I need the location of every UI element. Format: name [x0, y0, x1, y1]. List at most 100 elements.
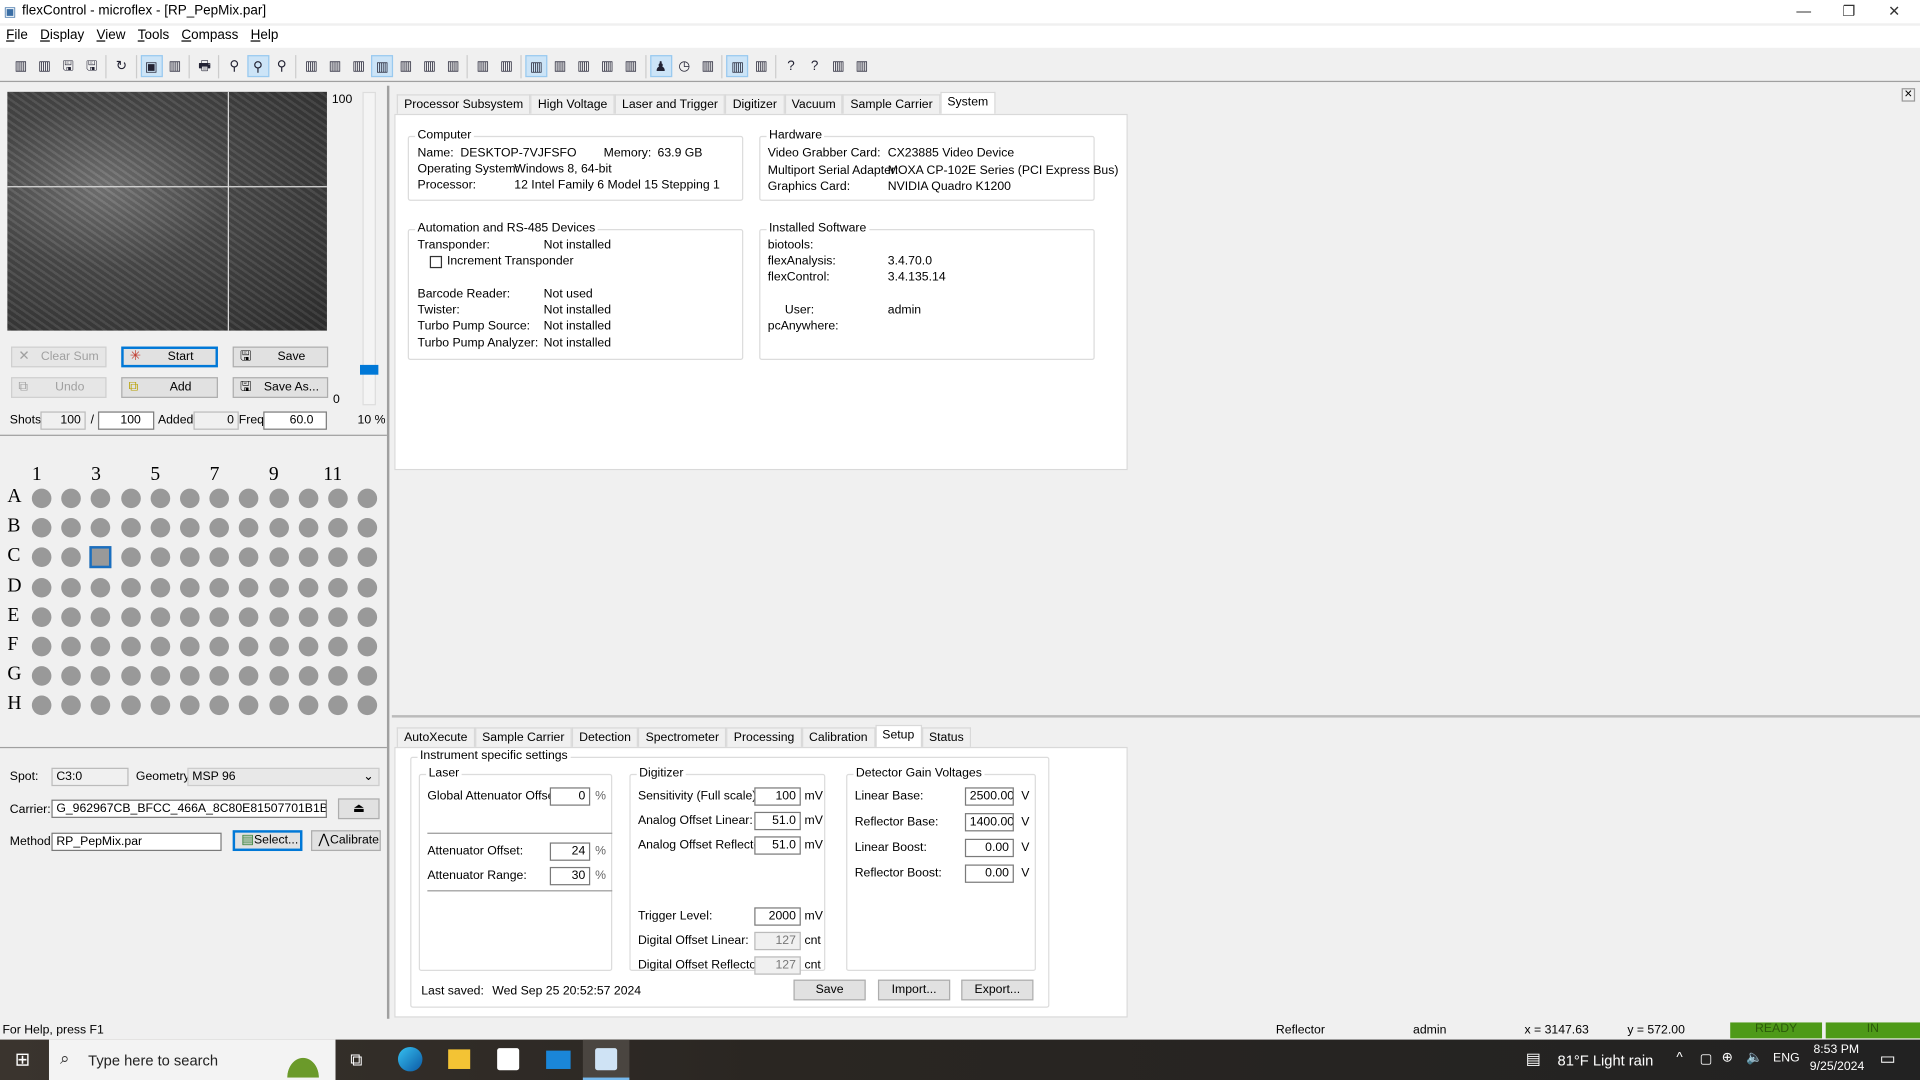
- well-G7[interactable]: [209, 666, 230, 686]
- well-E12[interactable]: [357, 607, 378, 627]
- select-method-button[interactable]: ▤ Select...: [232, 830, 303, 852]
- well-B10[interactable]: [298, 518, 319, 538]
- import-button[interactable]: Import...: [877, 979, 951, 1001]
- bar-icon[interactable]: ▥: [164, 55, 186, 77]
- detector-input[interactable]: 2500.00: [964, 787, 1014, 806]
- geometry-select[interactable]: MSP 96 ⌄: [187, 767, 380, 787]
- well-F2[interactable]: [61, 636, 82, 657]
- spectra-overlay-icon[interactable]: ▥: [419, 55, 441, 77]
- well-B5[interactable]: [150, 518, 170, 538]
- tab-calibration[interactable]: Calibration: [801, 727, 875, 747]
- mail-icon[interactable]: [546, 1050, 571, 1069]
- well-D11[interactable]: [328, 577, 348, 598]
- calibrate-icon[interactable]: ▥: [697, 55, 719, 77]
- well-H5[interactable]: [150, 695, 170, 716]
- edge-icon[interactable]: [397, 1046, 423, 1072]
- shots-total-stepper[interactable]: 100: [97, 411, 155, 430]
- global-attenuator-offset-input[interactable]: 0: [549, 787, 591, 806]
- task-view-icon[interactable]: ⧉: [350, 1049, 362, 1070]
- well-E11[interactable]: [328, 607, 348, 627]
- well-E8[interactable]: [239, 607, 259, 627]
- well-F6[interactable]: [180, 636, 200, 657]
- tab-processor-subsystem[interactable]: Processor Subsystem: [396, 94, 531, 114]
- save-spectrum-button[interactable]: 🖫 Save: [232, 346, 329, 368]
- spectra-down-icon[interactable]: ▥: [472, 55, 494, 77]
- save-as-icon[interactable]: 🖫: [81, 55, 103, 77]
- well-G4[interactable]: [120, 666, 141, 686]
- layout-5-icon[interactable]: ▥: [620, 55, 642, 77]
- clock-date[interactable]: 9/25/2024: [1810, 1060, 1864, 1073]
- layout-2-icon[interactable]: ▥: [549, 55, 571, 77]
- well-E7[interactable]: [209, 607, 230, 627]
- tab-sample-carrier[interactable]: Sample Carrier: [843, 94, 941, 114]
- attenuator-range-input[interactable]: 30: [549, 866, 591, 886]
- digitizer-input[interactable]: 100: [754, 787, 801, 806]
- detector-input[interactable]: 0.00: [964, 864, 1014, 883]
- well-H12[interactable]: [357, 695, 378, 716]
- print-icon[interactable]: 🖶: [194, 55, 216, 77]
- restore-button[interactable]: ❐: [1831, 2, 1868, 19]
- minimize-button[interactable]: —: [1785, 2, 1822, 19]
- calibrate-button[interactable]: ⋀ Calibrate: [311, 830, 381, 852]
- tab-autoxecute[interactable]: AutoXecute: [396, 727, 475, 747]
- well-G6[interactable]: [180, 666, 200, 686]
- well-G12[interactable]: [357, 666, 378, 686]
- help-icon[interactable]: ?: [780, 55, 802, 77]
- person-icon[interactable]: ♟: [649, 55, 672, 78]
- well-F7[interactable]: [209, 636, 230, 657]
- well-B2[interactable]: [61, 518, 82, 538]
- spectra-down2-icon[interactable]: ▥: [496, 55, 518, 77]
- well-H9[interactable]: [268, 695, 289, 716]
- well-C5[interactable]: [150, 547, 170, 568]
- detector-input[interactable]: 0.00: [964, 838, 1014, 858]
- well-H6[interactable]: [180, 695, 200, 716]
- well-H4[interactable]: [120, 695, 141, 716]
- well-H2[interactable]: [61, 695, 82, 716]
- well-B1[interactable]: [31, 518, 52, 538]
- tab-vacuum[interactable]: Vacuum: [784, 94, 844, 114]
- tab-digitizer[interactable]: Digitizer: [725, 94, 785, 114]
- well-F3[interactable]: [91, 636, 111, 657]
- taskbar-search[interactable]: ⌕ Type here to search: [48, 1039, 336, 1080]
- freq-stepper[interactable]: 60.0: [263, 411, 327, 430]
- well-D8[interactable]: [239, 577, 259, 598]
- well-E1[interactable]: [31, 607, 52, 627]
- peak-down2-icon[interactable]: ▥: [348, 55, 370, 77]
- well-H11[interactable]: [328, 695, 348, 716]
- menu-compass[interactable]: Compass: [175, 26, 244, 46]
- save-method-icon[interactable]: ▥: [33, 55, 55, 77]
- carrier-field[interactable]: G_962967CB_BFCC_466A_8C80E81507701B1B: [51, 799, 327, 818]
- well-A9[interactable]: [268, 488, 289, 509]
- well-E9[interactable]: [268, 607, 289, 627]
- notifications-icon[interactable]: ▭: [1880, 1048, 1896, 1069]
- refresh-icon[interactable]: ↻: [110, 55, 132, 77]
- well-F10[interactable]: [298, 636, 319, 657]
- laser-power-slider[interactable]: [360, 91, 379, 406]
- windows-start-icon[interactable]: ⊞: [15, 1048, 30, 1070]
- menu-tools[interactable]: Tools: [132, 26, 176, 46]
- well-D4[interactable]: [120, 577, 141, 598]
- device-icon[interactable]: ▥: [827, 55, 849, 77]
- well-C10[interactable]: [298, 547, 319, 568]
- well-G10[interactable]: [298, 666, 319, 686]
- store-icon[interactable]: [497, 1048, 520, 1071]
- menu-help[interactable]: Help: [244, 26, 284, 46]
- chevron-up-icon[interactable]: ^: [1676, 1051, 1682, 1066]
- well-C6[interactable]: [180, 547, 200, 568]
- pane-splitter[interactable]: [391, 715, 1920, 718]
- well-E6[interactable]: [180, 607, 200, 627]
- peak-label-icon[interactable]: ▥: [371, 55, 394, 78]
- open-method-icon[interactable]: ▥: [10, 55, 32, 77]
- well-H1[interactable]: [31, 695, 52, 716]
- well-B12[interactable]: [357, 518, 378, 538]
- menu-file[interactable]: File: [0, 26, 34, 46]
- increment-transponder-checkbox[interactable]: [429, 255, 443, 269]
- well-H10[interactable]: [298, 695, 319, 716]
- menu-display[interactable]: Display: [34, 26, 90, 46]
- context-help-icon[interactable]: ?: [804, 55, 826, 77]
- well-C11[interactable]: [328, 547, 348, 568]
- layout-3-icon[interactable]: ▥: [573, 55, 595, 77]
- well-C3[interactable]: [89, 546, 112, 569]
- well-H8[interactable]: [239, 695, 259, 716]
- arrow-right-icon[interactable]: ▥: [750, 55, 772, 77]
